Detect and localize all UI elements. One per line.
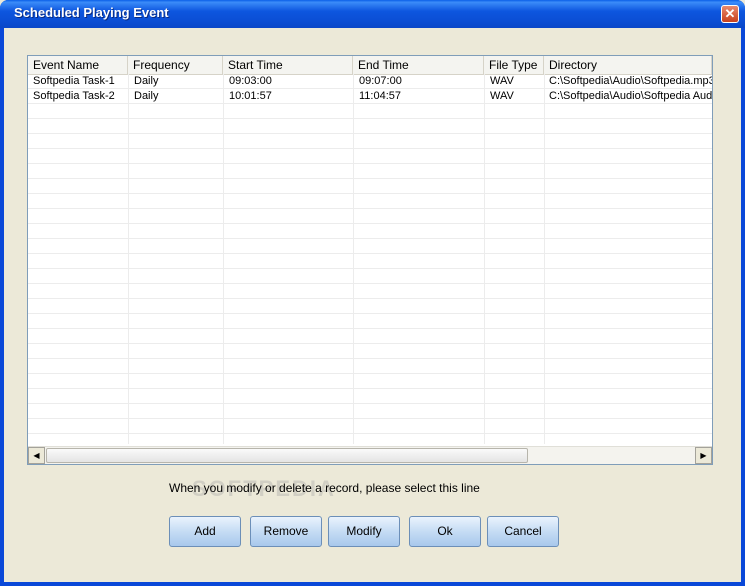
cell-end-time: 09:07:00 bbox=[359, 75, 402, 87]
cell-start-time: 10:01:57 bbox=[229, 90, 272, 102]
column-header-directory[interactable]: Directory bbox=[544, 56, 712, 74]
list-header: Event Name Frequency Start Time End Time… bbox=[28, 56, 712, 75]
dialog-window: Scheduled Playing Event ✕ Event Name Fre… bbox=[0, 0, 745, 586]
column-header-event-name[interactable]: Event Name bbox=[28, 56, 128, 74]
cell-frequency: Daily bbox=[134, 75, 159, 87]
close-icon: ✕ bbox=[724, 6, 736, 21]
remove-button[interactable]: Remove bbox=[250, 516, 322, 547]
column-divider bbox=[223, 74, 224, 444]
hint-text: When you modify or delete a record, plea… bbox=[169, 481, 480, 495]
cell-directory: C:\Softpedia\Audio\Softpedia.mp3 bbox=[549, 75, 712, 87]
column-header-file-type[interactable]: File Type bbox=[484, 56, 544, 74]
modify-button[interactable]: Modify bbox=[328, 516, 400, 547]
cell-frequency: Daily bbox=[134, 90, 159, 102]
cell-file-type: WAV bbox=[490, 90, 514, 102]
column-header-end-time[interactable]: End Time bbox=[353, 56, 484, 74]
column-divider bbox=[544, 74, 545, 444]
grid-lines bbox=[28, 74, 712, 444]
cell-event-name: Softpedia Task-1 bbox=[33, 75, 115, 87]
arrow-left-icon: ◀ bbox=[33, 451, 40, 460]
scrollbar-thumb[interactable] bbox=[46, 448, 528, 463]
ok-button[interactable]: Ok bbox=[409, 516, 481, 547]
column-divider bbox=[353, 74, 354, 444]
column-divider bbox=[128, 74, 129, 444]
cell-directory: C:\Softpedia\Audio\Softpedia Audio bbox=[549, 90, 712, 102]
window-title: Scheduled Playing Event bbox=[14, 5, 169, 20]
cell-file-type: WAV bbox=[490, 75, 514, 87]
column-header-start-time[interactable]: Start Time bbox=[223, 56, 353, 74]
horizontal-scrollbar[interactable]: ◀ ▶ bbox=[28, 446, 712, 464]
list-rows: Softpedia Task-1 Daily 09:03:00 09:07:00… bbox=[28, 74, 712, 104]
table-row[interactable]: Softpedia Task-2 Daily 10:01:57 11:04:57… bbox=[28, 89, 712, 104]
cell-end-time: 11:04:57 bbox=[359, 90, 402, 102]
dialog-client-area: Event Name Frequency Start Time End Time… bbox=[4, 28, 741, 582]
close-button[interactable]: ✕ bbox=[721, 5, 739, 23]
title-bar[interactable]: Scheduled Playing Event ✕ bbox=[0, 0, 745, 28]
cell-start-time: 09:03:00 bbox=[229, 75, 272, 87]
table-row[interactable]: Softpedia Task-1 Daily 09:03:00 09:07:00… bbox=[28, 74, 712, 89]
add-button[interactable]: Add bbox=[169, 516, 241, 547]
scroll-left-button[interactable]: ◀ bbox=[28, 447, 45, 464]
column-header-frequency[interactable]: Frequency bbox=[128, 56, 223, 74]
cancel-button[interactable]: Cancel bbox=[487, 516, 559, 547]
column-divider bbox=[484, 74, 485, 444]
arrow-right-icon: ▶ bbox=[700, 451, 707, 460]
events-list[interactable]: Event Name Frequency Start Time End Time… bbox=[27, 55, 713, 465]
cell-event-name: Softpedia Task-2 bbox=[33, 90, 115, 102]
scroll-right-button[interactable]: ▶ bbox=[695, 447, 712, 464]
